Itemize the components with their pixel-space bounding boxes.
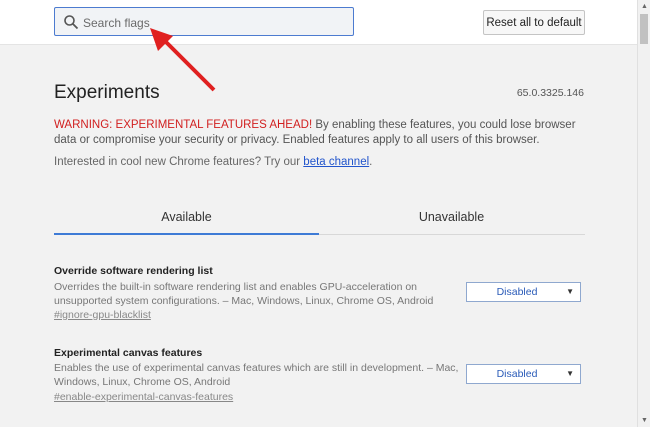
page-title: Experiments [54, 82, 160, 103]
tab-available[interactable]: Available [54, 210, 319, 224]
experiment-link[interactable]: #enable-experimental-canvas-features [54, 391, 233, 403]
experiment-title: Experimental canvas features [54, 347, 203, 359]
select-value: Disabled [496, 368, 538, 380]
scroll-down-icon[interactable]: ▼ [641, 417, 648, 424]
tab-divider [319, 234, 585, 235]
beta-channel-link[interactable]: beta channel [303, 156, 369, 168]
reset-all-button[interactable]: Reset all to default [483, 10, 585, 35]
scrollbar[interactable]: ▲ ▼ [637, 0, 650, 427]
experiment-title: Override software rendering list [54, 265, 213, 277]
beta-channel-note: Interested in cool new Chrome features? … [54, 156, 372, 168]
version-number: 65.0.3325.146 [516, 87, 584, 99]
beta-note-text: Interested in cool new Chrome features? … [54, 156, 304, 168]
scroll-up-icon[interactable]: ▲ [641, 3, 648, 10]
experiment-select[interactable]: Disabled ▼ [466, 364, 581, 384]
experiment-link[interactable]: #ignore-gpu-blacklist [54, 309, 151, 321]
experiment-description: Overrides the built-in software renderin… [54, 281, 434, 307]
chevron-down-icon: ▼ [566, 369, 574, 378]
experiment-select[interactable]: Disabled ▼ [466, 282, 581, 302]
scrollbar-thumb[interactable] [640, 14, 648, 44]
search-icon [64, 15, 79, 30]
tab-unavailable[interactable]: Unavailable [319, 210, 584, 224]
active-tab-indicator [54, 233, 319, 235]
select-value: Disabled [496, 286, 538, 298]
warning-heading: WARNING: EXPERIMENTAL FEATURES AHEAD! [54, 119, 313, 131]
chevron-down-icon: ▼ [566, 287, 574, 296]
beta-note-end: . [369, 156, 373, 168]
warning-message: WARNING: EXPERIMENTAL FEATURES AHEAD! By… [54, 118, 589, 148]
experiment-description: Enables the use of experimental canvas f… [54, 362, 459, 388]
